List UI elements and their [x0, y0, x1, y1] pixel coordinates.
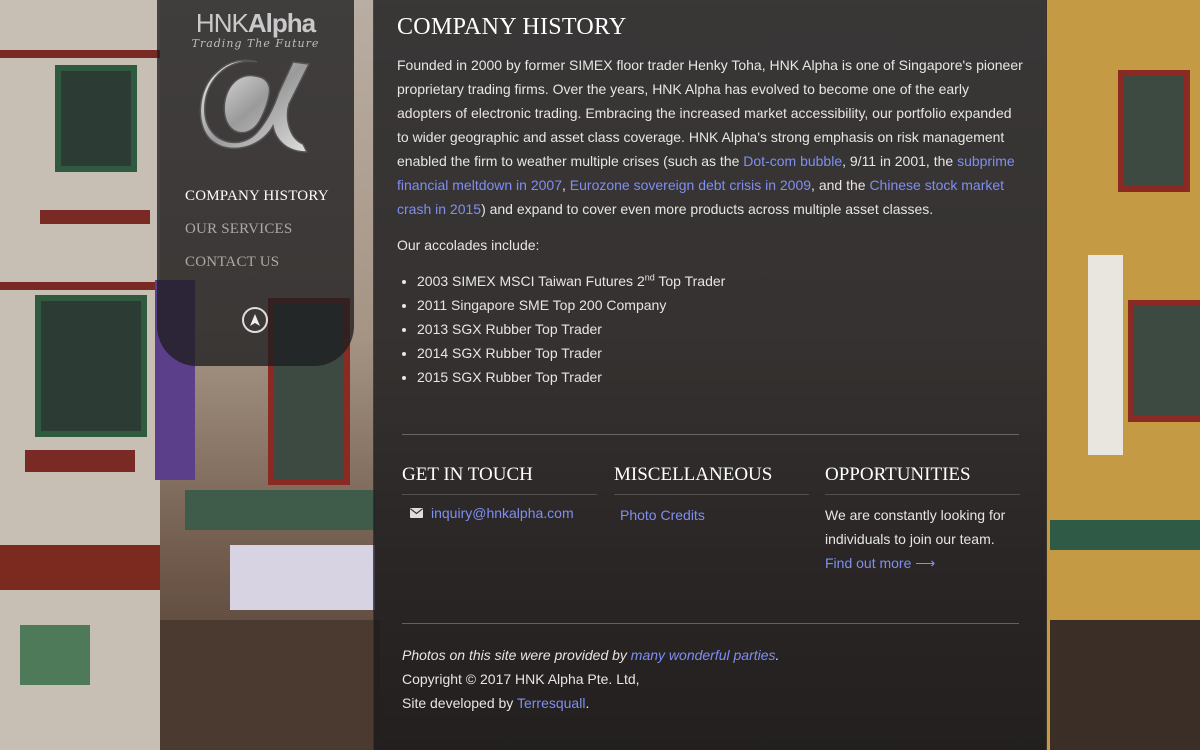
- find-out-more-link[interactable]: Find out more ⟶: [825, 555, 935, 571]
- intro-text-2: , 9/11 in 2001, the: [842, 153, 958, 169]
- email-row: inquiry@hnkalpha.com: [402, 501, 597, 525]
- content: Company History Founded in 2000 by forme…: [397, 14, 1027, 389]
- intro-text-5: ) and expand to cover even more products…: [481, 201, 934, 217]
- page-title: Company History: [397, 14, 627, 40]
- intro-text-4: , and the: [811, 177, 870, 193]
- photos-text-end: .: [775, 647, 780, 663]
- developer-line: Site developed by Terresquall.: [402, 691, 779, 715]
- accolade-text: 2003 SIMEX MSCI Taiwan Futures 2: [417, 273, 645, 289]
- accolades-list: 2003 SIMEX MSCI Taiwan Futures 2nd Top T…: [397, 269, 1027, 389]
- footer-opportunities: Opportunities We are constantly looking …: [825, 464, 1020, 575]
- email-link[interactable]: inquiry@hnkalpha.com: [431, 501, 574, 525]
- nav-company-history[interactable]: Company History: [185, 188, 329, 205]
- footer-heading-contact: Get in Touch: [402, 464, 597, 495]
- footer-contact: Get in Touch inquiry@hnkalpha.com: [402, 464, 597, 525]
- photo-credits-line: Photos on this site were provided by man…: [402, 643, 779, 667]
- footer-heading-opportunities: Opportunities: [825, 464, 1020, 495]
- accolades-intro: Our accolades include:: [397, 237, 540, 253]
- sidebar: HNKAlpha Trading The Future Company Hist…: [157, 0, 354, 366]
- list-item: 2011 Singapore SME Top 200 Company: [417, 293, 1027, 317]
- intro-paragraph: Founded in 2000 by former SIMEX floor tr…: [397, 53, 1027, 221]
- accolade-superscript: nd: [644, 272, 655, 283]
- logo-tagline: Trading The Future: [191, 37, 320, 50]
- intro-text-3: ,: [562, 177, 570, 193]
- divider: [402, 623, 1019, 624]
- logo-wordmark-bold: Alpha: [247, 8, 316, 38]
- nav-contact-us[interactable]: Contact Us: [185, 254, 329, 271]
- logo-wordmark-light: HNK: [195, 8, 249, 38]
- list-item: 2015 SGX Rubber Top Trader: [417, 365, 1027, 389]
- misc-links: Photo Credits: [614, 503, 809, 527]
- copyright: Copyright © 2017 HNK Alpha Pte. Ltd,: [402, 671, 640, 687]
- sidebar-nav: Company History Our Services Contact Us: [185, 188, 329, 287]
- navigation-arrow-icon[interactable]: [242, 307, 268, 333]
- footer-misc: Miscellaneous Photo Credits: [614, 464, 809, 527]
- developer-text: Site developed by: [402, 695, 517, 711]
- nav-our-services[interactable]: Our Services: [185, 221, 329, 238]
- list-item: 2003 SIMEX MSCI Taiwan Futures 2nd Top T…: [417, 269, 1027, 293]
- main-panel: Company History Founded in 2000 by forme…: [373, 0, 1047, 750]
- opportunities-text: We are constantly looking for individual…: [825, 503, 1020, 575]
- developer-text-end: .: [585, 695, 590, 711]
- credits: Photos on this site were provided by man…: [402, 643, 779, 715]
- list-item: 2013 SGX Rubber Top Trader: [417, 317, 1027, 341]
- link-dot-com-bubble[interactable]: Dot-com bubble: [743, 153, 842, 169]
- list-item: 2014 SGX Rubber Top Trader: [417, 341, 1027, 365]
- accolade-text-suffix: Top Trader: [654, 273, 726, 289]
- footer-heading-misc: Miscellaneous: [614, 464, 809, 495]
- photos-text: Photos on this site were provided by: [402, 647, 631, 663]
- alpha-icon[interactable]: [197, 52, 317, 156]
- envelope-icon: [410, 508, 423, 518]
- terresquall-link[interactable]: Terresquall: [517, 695, 585, 711]
- many-wonderful-parties-link[interactable]: many wonderful parties: [631, 647, 776, 663]
- divider: [402, 434, 1019, 435]
- photo-credits-link[interactable]: Photo Credits: [620, 507, 705, 523]
- opportunities-copy: We are constantly looking for individual…: [825, 507, 1006, 547]
- link-eurozone-crisis[interactable]: Eurozone sovereign debt crisis in 2009: [570, 177, 811, 193]
- logo-wordmark[interactable]: HNKAlpha: [157, 8, 354, 39]
